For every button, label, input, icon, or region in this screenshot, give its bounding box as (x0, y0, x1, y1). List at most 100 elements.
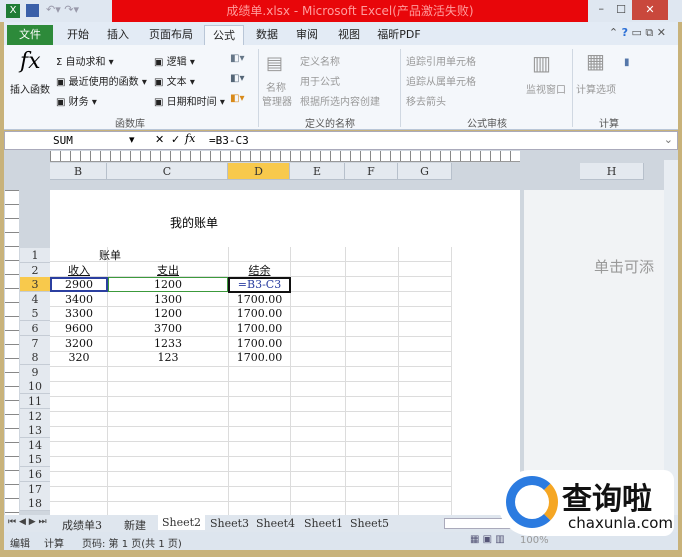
row-header[interactable]: 15 (20, 452, 50, 468)
calc-options-button[interactable]: 计算选项 (576, 81, 616, 96)
row-header[interactable]: 1 (20, 248, 50, 263)
row-header[interactable]: 14 (20, 437, 50, 453)
header-cell[interactable]: 结余 (228, 263, 291, 278)
zoom-level[interactable]: 100% (520, 535, 549, 546)
row-header[interactable]: 10 (20, 379, 50, 395)
data-cell[interactable]: 3300 (50, 306, 108, 321)
data-cell[interactable]: 1700.00 (228, 350, 291, 365)
row-header[interactable]: 2 (20, 262, 50, 278)
row-header[interactable]: 11 (20, 394, 50, 409)
enter-icon[interactable]: ✓ (171, 133, 180, 146)
sheet-tab[interactable]: 成绩单3 (62, 517, 102, 533)
row-header[interactable]: 3 (20, 277, 50, 293)
header-cell[interactable]: 收入 (50, 263, 108, 278)
lookup-icon[interactable]: ◧▾ (230, 53, 244, 64)
row-header[interactable]: 12 (20, 408, 50, 424)
data-cell[interactable]: 9600 (50, 321, 108, 336)
tab-formulas[interactable]: 公式 (204, 25, 244, 45)
sheet-tab[interactable]: Sheet3 (210, 517, 249, 530)
insert-function-icon[interactable]: fx (185, 132, 195, 145)
row-header[interactable]: 6 (20, 321, 50, 336)
text-button[interactable]: ▣ 文本 ▾ (154, 73, 195, 88)
column-header-c[interactable]: C (107, 163, 228, 180)
expand-formula-bar[interactable]: ⌄ (664, 133, 673, 146)
column-header-d[interactable]: D (228, 163, 290, 180)
save-icon[interactable] (26, 4, 39, 17)
create-from-selection-button[interactable]: 根据所选内容创建 (300, 93, 380, 108)
data-cell[interactable]: 1700.00 (228, 292, 291, 307)
data-cell[interactable]: 1700.00 (228, 336, 291, 351)
row-header[interactable]: 7 (20, 335, 50, 351)
view-buttons[interactable]: ▦ ▣ ▥ (470, 534, 505, 545)
trace-precedents-button[interactable]: 追踪引用单元格 (406, 53, 476, 68)
tab-view[interactable]: 视图 (330, 25, 368, 45)
row-header[interactable]: 8 (20, 350, 50, 366)
data-cell[interactable]: 1300 (108, 292, 228, 307)
vertical-scrollbar[interactable] (664, 160, 678, 515)
formula-input[interactable]: =B3-C3 (209, 134, 249, 147)
more-functions-icon[interactable]: ◧▾ (230, 93, 244, 104)
maximize-button[interactable]: ☐ (616, 3, 626, 16)
row-header[interactable]: 9 (20, 364, 50, 380)
math-icon[interactable]: ◧▾ (230, 73, 244, 84)
sheet-nav-buttons[interactable]: ⏮ ◀ ▶ ⏭ (8, 517, 47, 527)
name-manager-button-line2[interactable]: 管理器 (262, 93, 292, 108)
row-header[interactable]: 4 (20, 291, 50, 307)
sheet-tab[interactable]: Sheet5 (350, 517, 389, 530)
header-cell[interactable]: 支出 (108, 263, 228, 278)
active-cell-d3[interactable] (228, 277, 291, 293)
sheet-tab[interactable]: 新建 (124, 517, 146, 533)
data-cell[interactable]: 1233 (108, 336, 228, 351)
column-header-g[interactable]: G (398, 163, 452, 180)
calc-now-icon[interactable]: ▮ (624, 57, 630, 68)
row-header[interactable]: 17 (20, 481, 50, 497)
table-title-cell[interactable]: 账单 (50, 248, 170, 263)
tab-file[interactable]: 文件 (7, 25, 53, 45)
data-cell[interactable]: 1200 (108, 306, 228, 321)
sheet-tab-active[interactable]: Sheet2 (158, 515, 206, 530)
logical-button[interactable]: ▣ 逻辑 ▾ (154, 53, 195, 68)
column-header-h[interactable]: H (580, 163, 644, 180)
datetime-button[interactable]: ▣ 日期和时间 ▾ (154, 93, 225, 108)
name-box-dropdown[interactable]: ▾ (129, 133, 135, 146)
name-box[interactable]: SUM (53, 134, 73, 147)
insert-function-button[interactable]: 插入函数 (10, 81, 50, 96)
minimize-button[interactable]: – (599, 2, 605, 15)
use-in-formula-button[interactable]: 用于公式 (300, 73, 340, 88)
column-header-b[interactable]: B (50, 163, 107, 180)
data-cell[interactable]: 3700 (108, 321, 228, 336)
data-cell[interactable]: 1700.00 (228, 306, 291, 321)
tab-home[interactable]: 开始 (59, 25, 97, 45)
cancel-icon[interactable]: ✕ (155, 133, 164, 146)
tab-foxit-pdf[interactable]: 福昕PDF (374, 25, 424, 45)
name-manager-button-line1[interactable]: 名称 (266, 79, 286, 94)
tab-insert[interactable]: 插入 (99, 25, 137, 45)
click-to-add-hint[interactable]: 单击可添 (594, 256, 654, 277)
tab-data[interactable]: 数据 (248, 25, 286, 45)
tab-page-layout[interactable]: 页面布局 (142, 25, 200, 45)
row-header[interactable]: 5 (20, 306, 50, 322)
column-header-f[interactable]: F (345, 163, 398, 180)
data-cell[interactable]: 320 (50, 350, 108, 365)
help-icon[interactable]: ⌃ ? ▭ ⧉ ✕ (609, 26, 666, 40)
column-header-e[interactable]: E (290, 163, 345, 180)
financial-button[interactable]: ▣ 财务 ▾ (56, 93, 97, 108)
tab-review[interactable]: 审阅 (288, 25, 326, 45)
close-button[interactable]: ✕ (632, 0, 668, 20)
recent-functions-button[interactable]: ▣ 最近使用的函数 ▾ (56, 73, 147, 88)
watch-window-button[interactable]: 监视窗口 (526, 81, 566, 96)
data-cell[interactable]: 3200 (50, 336, 108, 351)
sheet-tab[interactable]: Sheet1 (304, 517, 343, 530)
sheet-tab[interactable]: Sheet4 (256, 517, 295, 530)
trace-dependents-button[interactable]: 追踪从属单元格 (406, 73, 476, 88)
data-cell[interactable]: 3400 (50, 292, 108, 307)
data-cell[interactable]: 123 (108, 350, 228, 365)
undo-icon[interactable]: ↶▾ ↷▾ (46, 3, 79, 16)
autosum-button[interactable]: Σ 自动求和 ▾ (56, 53, 114, 68)
row-header[interactable]: 18 (20, 496, 50, 512)
row-header[interactable]: 16 (20, 467, 50, 482)
data-cell[interactable]: 1700.00 (228, 321, 291, 336)
remove-arrows-button[interactable]: 移去箭头 (406, 93, 446, 108)
define-name-button[interactable]: 定义名称 (300, 53, 340, 68)
row-header[interactable]: 13 (20, 423, 50, 439)
